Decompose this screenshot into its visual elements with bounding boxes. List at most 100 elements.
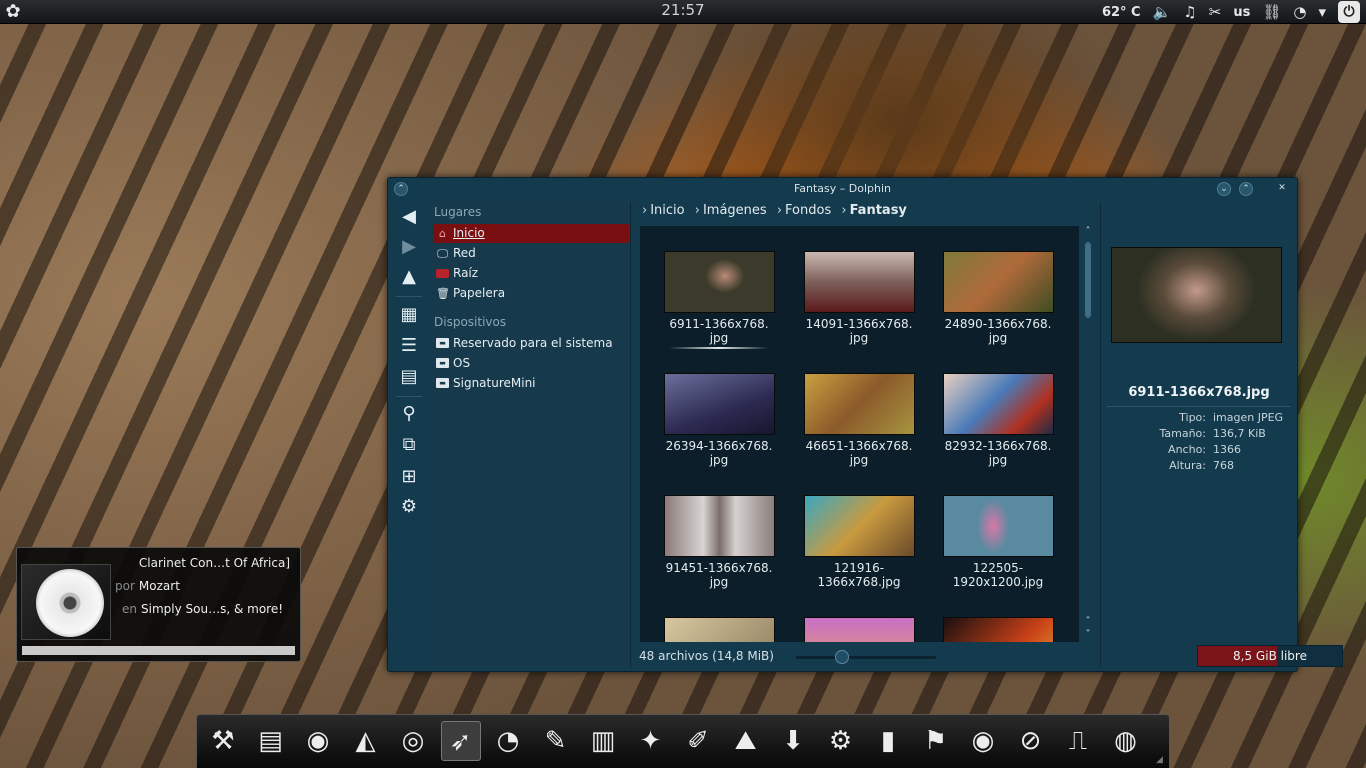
icons-view-icon[interactable]: ▦: [396, 302, 422, 328]
download-icon[interactable]: ⬇: [773, 721, 813, 761]
place-papelera[interactable]: 🗑 Papelera: [433, 284, 629, 303]
firefox-icon[interactable]: ◉: [298, 721, 338, 761]
file-item[interactable]: 91451-1366x768. jpg: [659, 495, 779, 589]
folder-icon: [436, 269, 449, 278]
chevron-up-icon[interactable]: ˄: [1081, 226, 1095, 238]
search-icon[interactable]: ⚲: [396, 401, 422, 427]
paint-icon[interactable]: ✐: [678, 721, 718, 761]
monitor-icon[interactable]: ⎍: [1058, 721, 1098, 761]
owl-icon[interactable]: ✦: [631, 721, 671, 761]
device-os[interactable]: ▬ OS: [433, 354, 629, 373]
network-icon[interactable]: ⛓: [1262, 3, 1281, 21]
close-icon[interactable]: ✕: [1275, 182, 1289, 196]
back-icon[interactable]: ◀: [396, 204, 422, 230]
maximize-icon[interactable]: ⌃: [1239, 182, 1253, 196]
fan-icon[interactable]: ◔: [488, 721, 528, 761]
gimp-icon[interactable]: ◭: [346, 721, 386, 761]
settings-icon[interactable]: ⚙: [821, 721, 861, 761]
forward-icon[interactable]: ▶: [396, 234, 422, 260]
breadcrumb-item[interactable]: Imágenes: [703, 203, 767, 218]
places-title: Lugares: [434, 205, 482, 219]
file-name: 24890-1366x768. jpg: [944, 317, 1052, 345]
free-space-text: 8,5 GiB libre: [1233, 649, 1307, 663]
chrome-icon[interactable]: ◎: [393, 721, 433, 761]
preview-icon[interactable]: ⧉: [396, 432, 422, 458]
temperature-readout[interactable]: 62° C: [1102, 5, 1141, 20]
usb-drive-icon: ▬: [436, 378, 449, 388]
zoom-slider-handle[interactable]: [835, 650, 850, 664]
file-item[interactable]: 121916- 1366x768.jpg: [799, 495, 919, 589]
lm-icon[interactable]: ▥: [583, 721, 623, 761]
gear-icon[interactable]: ⚙: [396, 494, 422, 520]
file-name: 26394-1366x768. jpg: [665, 439, 773, 467]
columns-view-icon[interactable]: ▤: [396, 364, 422, 390]
place-label: Raíz: [453, 266, 479, 280]
keyboard-layout[interactable]: us: [1233, 5, 1250, 20]
music-icon[interactable]: ♫: [1183, 3, 1196, 21]
flag-icon[interactable]: ⚑: [916, 721, 956, 761]
cd-icon: [36, 569, 104, 637]
thumbnail: [803, 617, 915, 642]
titlebar[interactable]: ⌃ Fantasy – Dolphin ⌄ ⌃ ✕: [388, 178, 1297, 200]
menu-arrow-icon[interactable]: ▾: [1318, 3, 1326, 21]
file-item[interactable]: [938, 617, 1058, 642]
free-space-indicator[interactable]: 8,5 GiB libre: [1197, 645, 1343, 667]
chevron-down-icon[interactable]: ˅: [1081, 616, 1095, 628]
launcher-icon[interactable]: ✿: [2, 1, 24, 23]
file-item[interactable]: [659, 617, 779, 642]
kde-icon[interactable]: ➶: [440, 721, 481, 761]
file-item[interactable]: 26394-1366x768. jpg: [659, 373, 779, 467]
media-player-popup: Clarinet Con…t Of Africa] por Mozart en Si…: [16, 547, 301, 662]
eye-icon[interactable]: ◉: [963, 721, 1003, 761]
network-icon: 🖵: [437, 247, 448, 260]
file-manager-icon[interactable]: ▤: [251, 721, 291, 761]
file-item[interactable]: 46651-1366x768. jpg: [799, 373, 919, 467]
file-item[interactable]: 122505- 1920x1200.jpg: [938, 495, 1058, 589]
file-view-scrollbar[interactable]: ˄ ˅ ˅: [1081, 226, 1095, 642]
details-view-icon[interactable]: ☰: [396, 333, 422, 359]
volume-icon[interactable]: 🔈: [1153, 3, 1172, 21]
dolphin-kit-icon[interactable]: ✎: [536, 721, 576, 761]
document-icon[interactable]: ▮: [868, 721, 908, 761]
split-view-icon[interactable]: ⊞: [396, 464, 422, 490]
file-item[interactable]: 82932-1366x768. jpg: [938, 373, 1058, 467]
trash-icon: 🗑: [436, 287, 450, 300]
chevron-down-icon[interactable]: ˅: [1081, 629, 1095, 641]
thumbnail: [942, 617, 1054, 642]
file-item[interactable]: 24890-1366x768. jpg: [938, 251, 1058, 345]
burn-icon[interactable]: ◍: [1106, 721, 1146, 761]
thumbnail: [803, 495, 915, 557]
home-icon: ⌂: [439, 227, 446, 240]
minimize-icon[interactable]: ⌄: [1217, 182, 1231, 196]
place-red[interactable]: 🖵 Red: [433, 244, 629, 263]
file-item[interactable]: 6911-1366x768. jpg: [659, 251, 779, 349]
file-item[interactable]: [799, 617, 919, 642]
file-item[interactable]: 14091-1366x768. jpg: [799, 251, 919, 345]
thumbnail: [942, 251, 1054, 313]
dock: ◢ ⚒ ▤ ◉ ◭ ◎ ➶ ◔ ✎ ▥ ✦ ✐ ⛰ ⬇ ⚙ ▮ ⚑ ◉ ⊘ ⎍ ◍: [196, 714, 1170, 768]
breadcrumb-current[interactable]: Fantasy: [850, 203, 907, 218]
file-name: 46651-1366x768. jpg: [805, 439, 913, 467]
inkscape-icon[interactable]: ⛰: [726, 721, 766, 761]
thumbnail: [663, 617, 775, 642]
system-tools-icon[interactable]: ⚒: [203, 721, 243, 761]
album-name: Simply Sou…s, & more!: [141, 602, 284, 616]
place-raiz[interactable]: Raíz: [433, 264, 629, 283]
device-signaturemini[interactable]: ▬ SignatureMini: [433, 374, 629, 393]
zoom-slider[interactable]: [796, 656, 936, 659]
breadcrumb-item[interactable]: Inicio: [650, 203, 684, 218]
power-icon[interactable]: ⏻: [1338, 1, 1360, 23]
disc-icon[interactable]: ⊘: [1011, 721, 1051, 761]
tools-icon[interactable]: ✂: [1209, 3, 1222, 21]
scrollbar-thumb[interactable]: [1085, 242, 1091, 318]
file-view[interactable]: 6911-1366x768. jpg 14091-1366x768. jpg 248…: [640, 226, 1079, 642]
thumbnail: [663, 495, 775, 557]
track-progress-bar[interactable]: [22, 646, 295, 655]
device-reservado[interactable]: ▬ Reservado para el sistema: [433, 334, 629, 353]
system-tray: 62° C 🔈 ♫ ✂ us ⛓ ◔ ▾ ⏻: [1102, 0, 1360, 24]
file-preview: [1111, 247, 1282, 343]
place-inicio[interactable]: ⌂ Inicio: [433, 224, 629, 243]
wifi-icon[interactable]: ◔: [1293, 3, 1306, 21]
up-icon[interactable]: ▲: [396, 264, 422, 290]
breadcrumb-item[interactable]: Fondos: [785, 203, 831, 218]
